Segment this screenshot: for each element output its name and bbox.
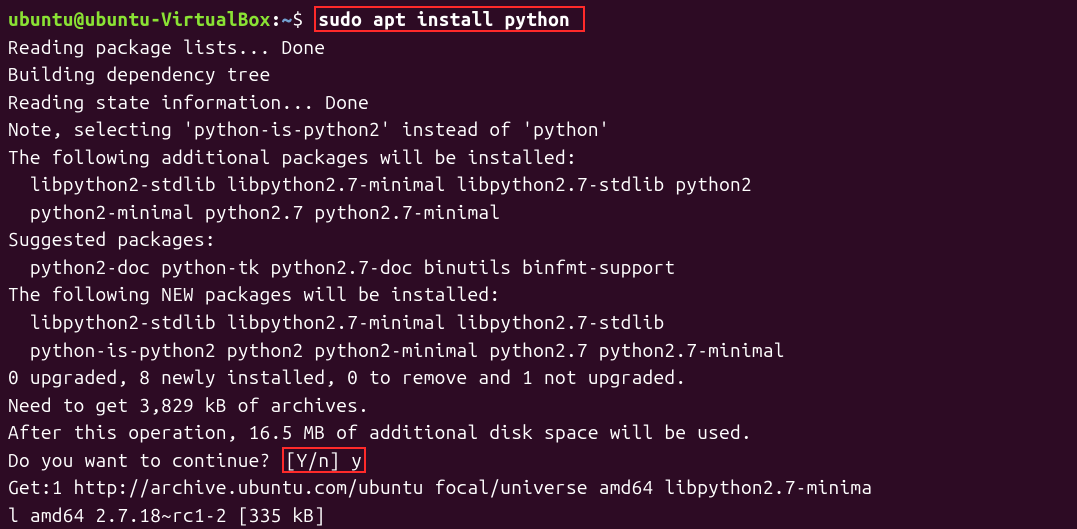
output-line: python2-doc python-tk python2.7-doc binu… <box>8 254 1069 282</box>
output-line: Note, selecting 'python-is-python2' inst… <box>8 116 1069 144</box>
output-line: The following NEW packages will be insta… <box>8 281 1069 309</box>
download-line: l amd64 2.7.18~rc1-2 [335 kB] <box>8 502 1069 529</box>
download-line: Get:1 http://archive.ubuntu.com/ubuntu f… <box>8 474 1069 502</box>
continue-choice-highlight[interactable]: [Y/n] y <box>282 447 367 473</box>
output-line: libpython2-stdlib libpython2.7-minimal l… <box>8 171 1069 199</box>
prompt-user: ubuntu@ubuntu-VirtualBox <box>8 8 271 30</box>
output-line: The following additional packages will b… <box>8 144 1069 172</box>
prompt-colon: : <box>271 8 282 30</box>
output-line: Suggested packages: <box>8 226 1069 254</box>
output-line: libpython2-stdlib libpython2.7-minimal l… <box>8 309 1069 337</box>
output-line: python2-minimal python2.7 python2.7-mini… <box>8 199 1069 227</box>
prompt-line: ubuntu@ubuntu-VirtualBox:~$ sudo apt ins… <box>8 6 1069 34</box>
continue-question: Do you want to continue? <box>8 449 282 471</box>
output-line: 0 upgraded, 8 newly installed, 0 to remo… <box>8 364 1069 392</box>
command-highlight: sudo apt install python <box>314 6 585 32</box>
prompt-path: ~ <box>282 8 293 30</box>
output-line: python-is-python2 python2 python2-minima… <box>8 337 1069 365</box>
output-line: Reading state information... Done <box>8 89 1069 117</box>
output-line: After this operation, 16.5 MB of additio… <box>8 419 1069 447</box>
output-line: Reading package lists... Done <box>8 34 1069 62</box>
command-text[interactable]: sudo apt install python <box>318 8 581 30</box>
output-line: Building dependency tree <box>8 61 1069 89</box>
output-line: Need to get 3,829 kB of archives. <box>8 392 1069 420</box>
prompt-dollar: $ <box>292 8 314 30</box>
continue-prompt-line: Do you want to continue? [Y/n] y <box>8 447 1069 475</box>
